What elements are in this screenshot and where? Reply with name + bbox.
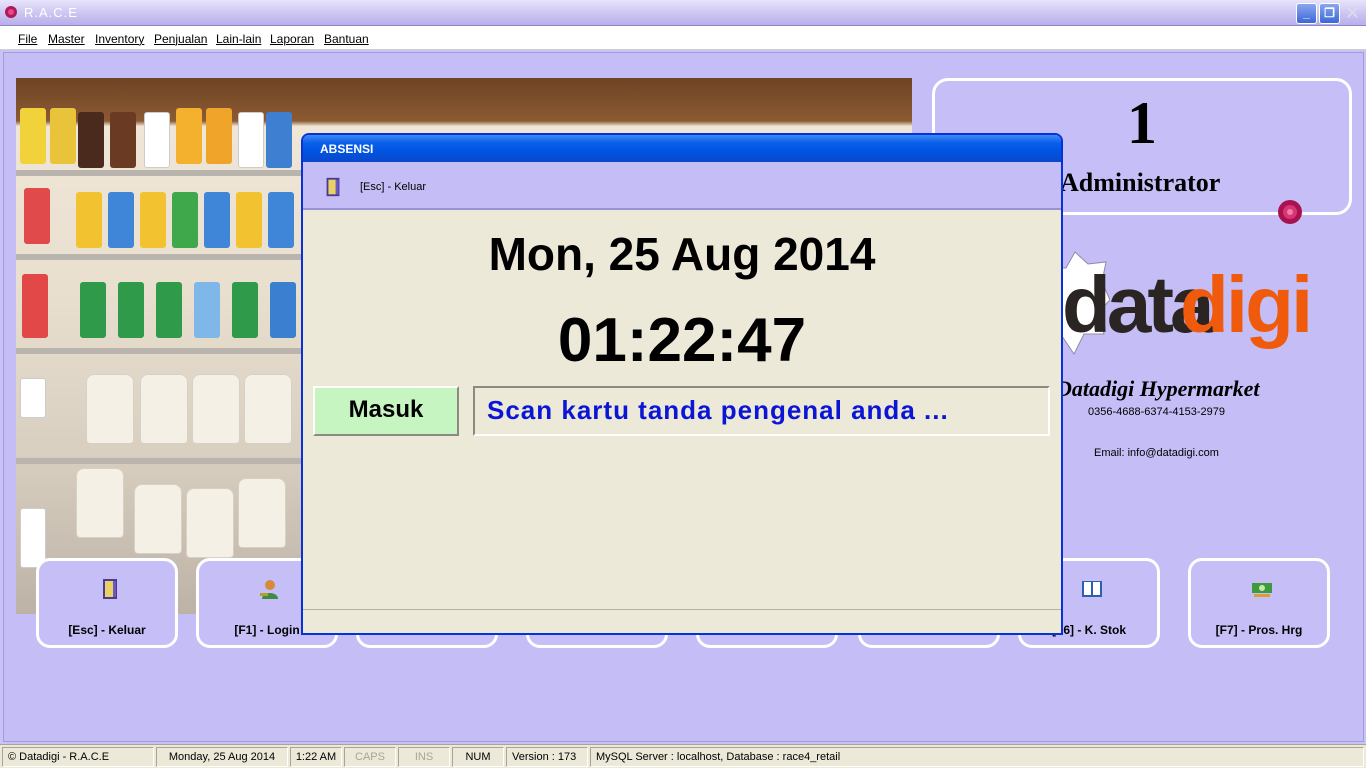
status-bar: © Datadigi - R.A.C.E Monday, 25 Aug 2014… [0, 744, 1366, 768]
proses-harga-label: [F7] - Pros. Hrg [1215, 623, 1303, 637]
menu-master[interactable]: Master [48, 32, 85, 46]
proses-harga-button[interactable]: [F7] - Pros. Hrg [1188, 558, 1330, 648]
book-icon [1082, 581, 1102, 597]
menu-bantuan[interactable]: Bantuan [324, 32, 369, 46]
rose-icon [1278, 200, 1302, 224]
keluar-label: [Esc] - Keluar [68, 623, 146, 637]
menu-laporan[interactable]: Laporan [270, 32, 314, 46]
menu-bar: File Master Inventory Penjualan Lain-lai… [0, 26, 1366, 50]
close-button[interactable]: ✕ [1342, 3, 1363, 24]
rose-app-icon [5, 6, 17, 18]
store-email: Email: info@datadigi.com [1094, 447, 1219, 459]
status-time: 1:22 AM [290, 747, 342, 767]
absensi-dialog: ABSENSI [Esc] - Keluar Mon, 25 Aug 2014 … [301, 133, 1063, 635]
keluar-button[interactable]: [Esc] - Keluar [36, 558, 178, 648]
store-name: Datadigi Hypermarket [1056, 376, 1260, 401]
money-icon [1252, 583, 1272, 597]
status-caps: CAPS [344, 747, 396, 767]
brand-logo-digi: digi [1180, 260, 1313, 349]
status-ins: INS [398, 747, 450, 767]
restore-button[interactable]: ❐ [1319, 3, 1340, 24]
attendance-clock: 01:22:47 [557, 306, 807, 375]
menu-penjualan[interactable]: Penjualan [154, 32, 207, 46]
dialog-toolbar: [Esc] - Keluar [303, 162, 1061, 210]
store-phone: 0356-4688-6374-4153-2979 [1088, 406, 1226, 418]
card-scan-field[interactable]: Scan kartu tanda pengenal anda ... [473, 386, 1050, 436]
dialog-titlebar: ABSENSI [303, 135, 1061, 162]
status-date: Monday, 25 Aug 2014 [156, 747, 288, 767]
dialog-exit-label[interactable]: [Esc] - Keluar [360, 181, 426, 193]
window-title: R.A.C.E [24, 5, 78, 20]
status-app: © Datadigi - R.A.C.E [2, 747, 154, 767]
dialog-footer [303, 609, 1061, 633]
status-num: NUM [452, 747, 504, 767]
menu-lain-lain[interactable]: Lain-lain [216, 32, 261, 46]
menu-file[interactable]: File [18, 32, 37, 46]
user-name: Administrator [1060, 168, 1221, 197]
attendance-mode-button[interactable]: Masuk [313, 386, 459, 436]
user-key-icon [260, 580, 278, 599]
status-database: MySQL Server : localhost, Database : rac… [590, 747, 1364, 767]
status-version: Version : 173 [506, 747, 588, 767]
window-controls: _ ❐ ✕ [1296, 3, 1363, 24]
attendance-date: Mon, 25 Aug 2014 [488, 228, 876, 280]
door-exit-icon[interactable] [322, 176, 344, 198]
door-exit-icon [103, 579, 117, 599]
dialog-title: ABSENSI [320, 142, 374, 156]
menu-inventory[interactable]: Inventory [95, 32, 144, 46]
minimize-button[interactable]: _ [1296, 3, 1317, 24]
window-titlebar: R.A.C.E _ ❐ ✕ [0, 0, 1366, 26]
